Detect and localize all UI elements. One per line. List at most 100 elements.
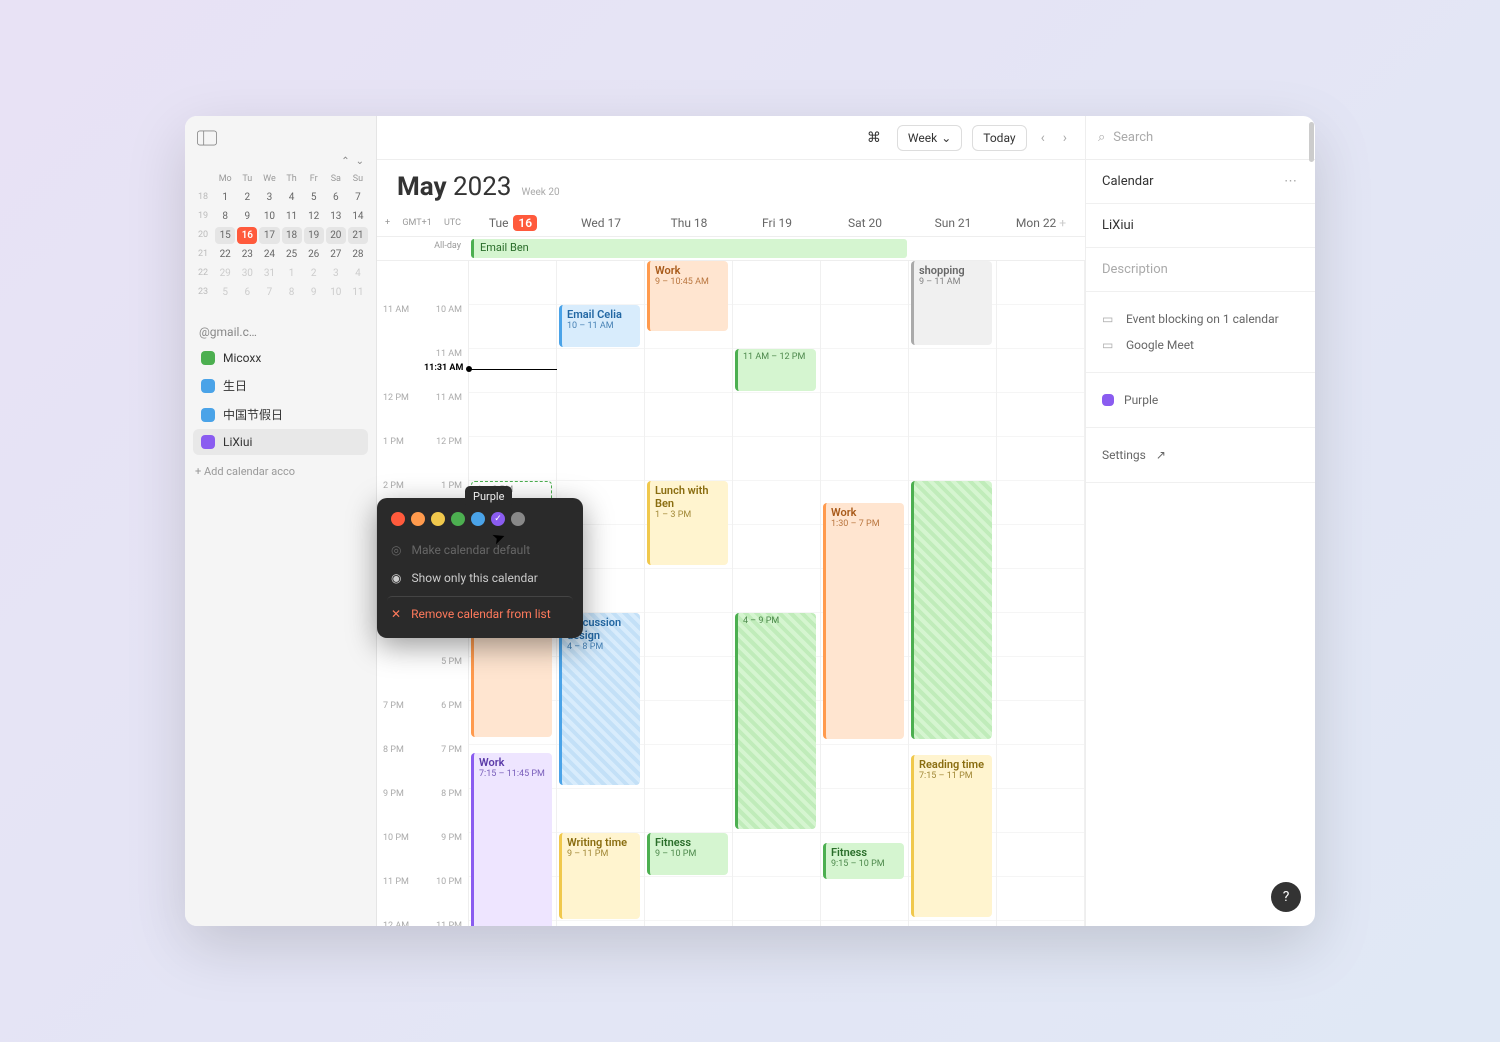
- minical-day[interactable]: 21: [348, 227, 368, 244]
- minical-day[interactable]: 20: [326, 227, 346, 244]
- minical-day[interactable]: 25: [282, 246, 302, 263]
- ctx-show-only[interactable]: ◉Show only this calendar: [387, 564, 573, 592]
- calendar-item[interactable]: LiXiui: [193, 429, 368, 455]
- add-account-button[interactable]: + Add calendar acco: [185, 455, 376, 488]
- minical-day[interactable]: 19: [304, 227, 324, 244]
- next-week[interactable]: ›: [1059, 130, 1071, 146]
- settings-link[interactable]: Settings↗: [1102, 442, 1299, 468]
- minical-day[interactable]: 7: [259, 284, 279, 301]
- calendar-event[interactable]: [911, 481, 992, 739]
- minical-day[interactable]: 1: [215, 189, 235, 206]
- panel-more-icon[interactable]: ⋯: [1284, 174, 1299, 189]
- minical-day[interactable]: 16: [237, 227, 257, 244]
- color-row[interactable]: Purple: [1102, 387, 1299, 413]
- day-col-mon[interactable]: [997, 261, 1085, 926]
- calendar-event[interactable]: 11 AM – 12 PM: [735, 349, 816, 391]
- description-field[interactable]: Description: [1086, 248, 1315, 292]
- calendar-event[interactable]: Discussion design4 – 8 PM: [559, 613, 640, 785]
- color-option[interactable]: ✓: [491, 512, 505, 526]
- day-col-fri[interactable]: 11 AM – 12 PM 4 – 9 PM: [733, 261, 821, 926]
- calendar-event[interactable]: Work1:30 – 7 PM: [823, 503, 904, 739]
- minical-day[interactable]: 10: [326, 284, 346, 301]
- minical-day[interactable]: 3: [326, 265, 346, 282]
- day-header[interactable]: Wed 17: [557, 210, 645, 236]
- ctx-make-default[interactable]: ◎Make calendar default: [387, 536, 573, 564]
- minical-day[interactable]: 6: [237, 284, 257, 301]
- minical-day[interactable]: 26: [304, 246, 324, 263]
- minical-day[interactable]: 5: [215, 284, 235, 301]
- scrollbar[interactable]: [1309, 122, 1314, 162]
- command-icon[interactable]: ⌘: [861, 130, 887, 146]
- minical-day[interactable]: 2: [304, 265, 324, 282]
- calendar-item[interactable]: 中国节假日: [193, 400, 368, 429]
- minical-prev[interactable]: ⌃: [341, 156, 349, 167]
- minical-day[interactable]: 5: [304, 189, 324, 206]
- today-button[interactable]: Today: [972, 125, 1026, 151]
- calendar-event[interactable]: Fitness9:15 – 10 PM: [823, 843, 904, 879]
- minical-day[interactable]: 30: [237, 265, 257, 282]
- google-meet-row[interactable]: ▭Google Meet: [1102, 332, 1299, 358]
- minical-day[interactable]: 29: [215, 265, 235, 282]
- minical-day[interactable]: 11: [348, 284, 368, 301]
- day-col-thu[interactable]: Work9 – 10:45 AM Lunch with Ben1 – 3 PM Fi…: [645, 261, 733, 926]
- day-header[interactable]: Mon 22 +: [997, 210, 1085, 236]
- help-button[interactable]: ?: [1271, 882, 1301, 912]
- minical-day[interactable]: 18: [282, 227, 302, 244]
- minical-day[interactable]: 22: [215, 246, 235, 263]
- calendar-event[interactable]: 4 – 9 PM: [735, 613, 816, 829]
- minical-next[interactable]: ⌄: [356, 156, 364, 167]
- minical-day[interactable]: 17: [259, 227, 279, 244]
- prev-week[interactable]: ‹: [1037, 130, 1049, 146]
- minical-day[interactable]: 1: [282, 265, 302, 282]
- event-blocking-row[interactable]: ▭Event blocking on 1 calendar: [1102, 306, 1299, 332]
- calendar-event[interactable]: Work9 – 10:45 AM: [647, 261, 728, 331]
- calendar-event[interactable]: Email Celia10 – 11 AM: [559, 305, 640, 347]
- calendar-event[interactable]: shopping9 – 11 AM: [911, 261, 992, 345]
- calendar-event[interactable]: Lunch with Ben1 – 3 PM: [647, 481, 728, 565]
- day-header[interactable]: Fri 19: [733, 210, 821, 236]
- view-selector[interactable]: Week⌄: [897, 125, 962, 151]
- minical-day[interactable]: 9: [237, 208, 257, 225]
- minical-day[interactable]: 24: [259, 246, 279, 263]
- day-header[interactable]: Sat 20: [821, 210, 909, 236]
- minical-day[interactable]: 10: [259, 208, 279, 225]
- color-option[interactable]: [431, 512, 445, 526]
- calendar-item[interactable]: Micoxx: [193, 345, 368, 371]
- minical-day[interactable]: 4: [348, 265, 368, 282]
- calendar-event[interactable]: Work7:15 – 11:45 PM: [471, 753, 552, 926]
- day-col-sun[interactable]: shopping9 – 11 AM Reading time7:15 – 11 P…: [909, 261, 997, 926]
- color-option[interactable]: [391, 512, 405, 526]
- day-header[interactable]: Sun 21: [909, 210, 997, 236]
- sidebar-toggle-icon[interactable]: [197, 130, 217, 146]
- minical-day[interactable]: 27: [326, 246, 346, 263]
- minical-day[interactable]: 8: [282, 284, 302, 301]
- color-option[interactable]: [511, 512, 525, 526]
- minical-day[interactable]: 12: [304, 208, 324, 225]
- day-header[interactable]: Thu 18: [645, 210, 733, 236]
- color-option[interactable]: [471, 512, 485, 526]
- minical-day[interactable]: 4: [282, 189, 302, 206]
- minical-day[interactable]: 15: [215, 227, 235, 244]
- minical-day[interactable]: 6: [326, 189, 346, 206]
- minical-day[interactable]: 28: [348, 246, 368, 263]
- allday-event[interactable]: Email Ben: [471, 239, 907, 258]
- calendar-event[interactable]: Reading time7:15 – 11 PM: [911, 755, 992, 917]
- calendar-name[interactable]: LiXiui: [1086, 204, 1315, 248]
- minical-day[interactable]: 9: [304, 284, 324, 301]
- calendar-item[interactable]: 生日: [193, 371, 368, 400]
- minical-day[interactable]: 31: [259, 265, 279, 282]
- calendar-event[interactable]: Fitness9 – 10 PM: [647, 833, 728, 875]
- minical-day[interactable]: 8: [215, 208, 235, 225]
- minical-day[interactable]: 14: [348, 208, 368, 225]
- color-option[interactable]: [451, 512, 465, 526]
- day-header[interactable]: Tue 16: [469, 210, 557, 236]
- add-timezone[interactable]: +: [385, 218, 390, 228]
- minical-day[interactable]: 11: [282, 208, 302, 225]
- search-field[interactable]: ⌕ Search: [1086, 116, 1315, 160]
- day-col-sat[interactable]: Work1:30 – 7 PM Fitness9:15 – 10 PM: [821, 261, 909, 926]
- minical-day[interactable]: 23: [237, 246, 257, 263]
- minical-day[interactable]: 2: [237, 189, 257, 206]
- minical-day[interactable]: 3: [259, 189, 279, 206]
- calendar-event[interactable]: Writing time9 – 11 PM: [559, 833, 640, 919]
- minical-day[interactable]: 7: [348, 189, 368, 206]
